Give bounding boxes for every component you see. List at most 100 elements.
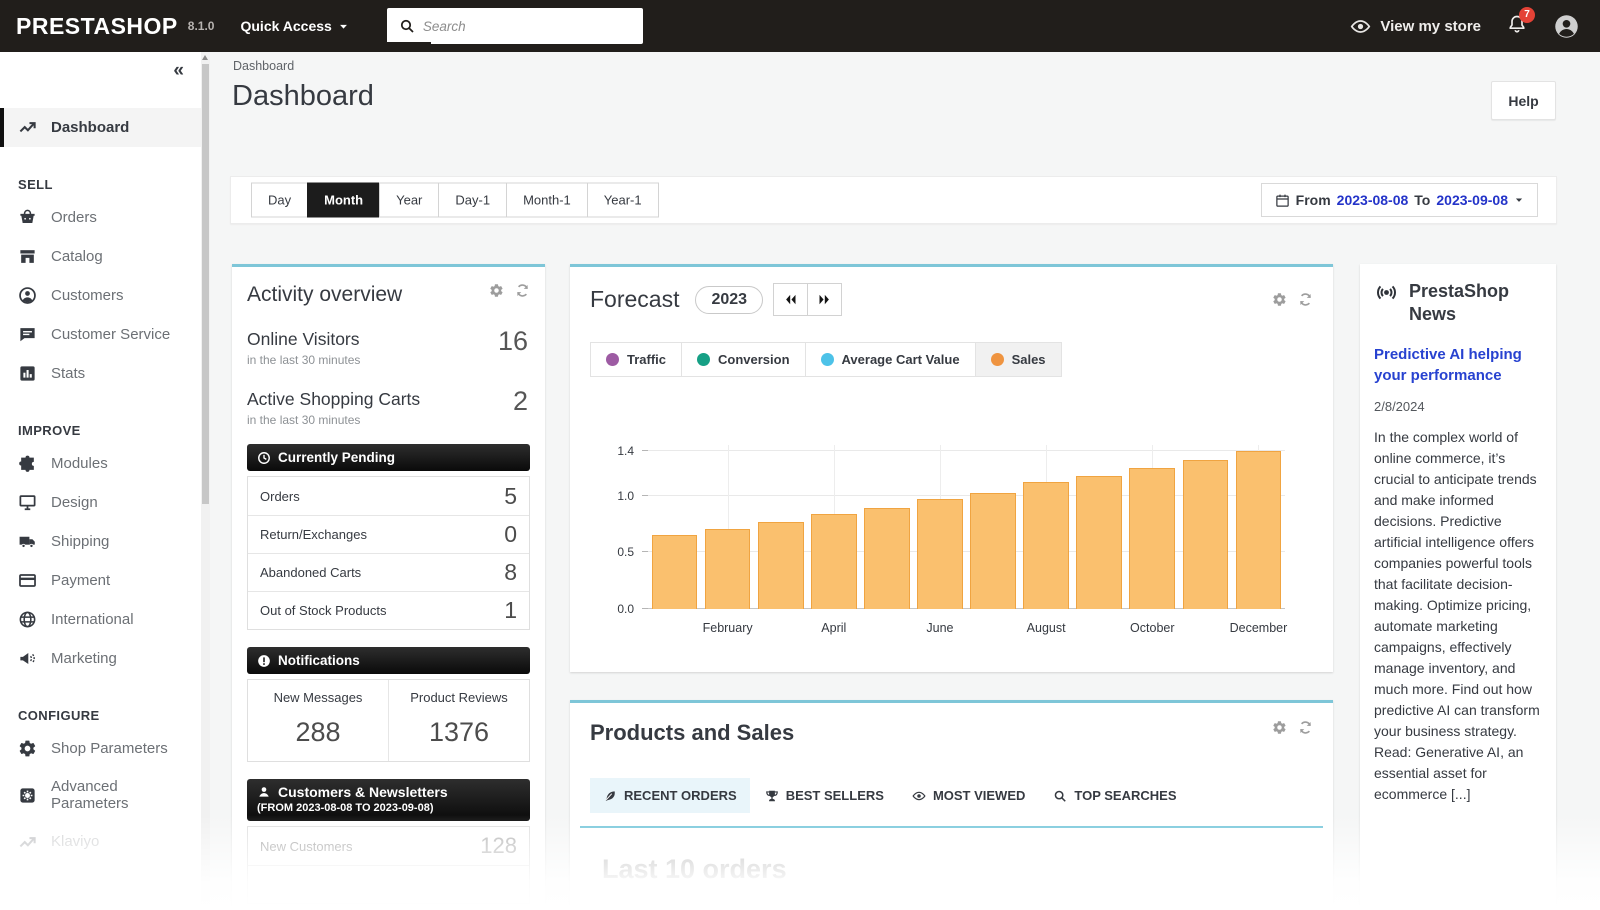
sidebar-heading-improve: IMPROVE: [0, 413, 210, 444]
news-headline-link[interactable]: Predictive AI helping your performance: [1374, 344, 1542, 386]
list-item[interactable]: Out of Stock Products 1: [248, 591, 529, 629]
legend-item-conversion[interactable]: Conversion: [681, 343, 805, 376]
list-item[interactable]: Orders 5: [248, 477, 529, 515]
quick-access-label: Quick Access: [240, 18, 331, 34]
new-messages-cell[interactable]: New Messages 288: [248, 680, 388, 761]
trending-up-icon: [18, 833, 37, 852]
sidebar-item-stats[interactable]: Stats: [0, 354, 210, 393]
forecast-bar-january: [652, 535, 698, 609]
forecast-next-button[interactable]: [807, 283, 842, 316]
sidebar-item-shop-parameters[interactable]: Shop Parameters: [0, 729, 210, 768]
range-tab-month[interactable]: Month: [307, 183, 380, 218]
sidebar-item-dashboard[interactable]: Dashboard: [0, 108, 210, 147]
from-label: From: [1296, 192, 1331, 208]
forecast-prev-button[interactable]: [773, 283, 808, 316]
clock-icon: [257, 451, 271, 465]
online-visitors-stat: Online Visitors in the last 30 minutes 1…: [247, 329, 530, 367]
from-date: 2023-08-08: [1337, 192, 1409, 208]
view-my-store-link[interactable]: View my store: [1350, 16, 1481, 37]
tab-best-sellers[interactable]: BEST SELLERS: [752, 778, 897, 813]
sidebar-collapse-button[interactable]: «: [173, 60, 184, 82]
x-axis-tick-label: February: [703, 621, 753, 635]
search-input[interactable]: [423, 8, 643, 44]
account-menu-button[interactable]: [1553, 13, 1580, 40]
store-icon: [18, 247, 37, 266]
online-visitors-value: 16: [498, 326, 528, 357]
tab-top-searches[interactable]: TOP SEARCHES: [1040, 778, 1189, 813]
sidebar-nav: Dashboard SELL Orders Catalog Customers …: [0, 108, 210, 862]
range-tab-day-1[interactable]: Day-1: [438, 183, 507, 218]
x-axis-tick-label: October: [1130, 621, 1174, 635]
news-panel-title: PrestaShop News: [1409, 280, 1542, 327]
panel-settings-button[interactable]: [1272, 720, 1287, 735]
legend-item-average-cart-value[interactable]: Average Cart Value: [805, 343, 975, 376]
search-icon: [399, 18, 415, 34]
sidebar-scrollbar[interactable]: [201, 52, 210, 910]
date-range-picker[interactable]: From 2023-08-08 To 2023-09-08: [1261, 183, 1538, 217]
view-my-store-label: View my store: [1380, 18, 1481, 35]
sidebar-item-customer-service[interactable]: Customer Service: [0, 315, 210, 354]
version-label: 8.1.0: [188, 19, 215, 33]
list-item[interactable]: Abandoned Carts 8: [248, 553, 529, 591]
trending-up-icon: [18, 118, 37, 137]
top-bar-actions: View my store 7: [1350, 13, 1580, 40]
panel-refresh-button[interactable]: [1298, 720, 1313, 735]
customers-newsletters-list: New Customers 128: [247, 826, 530, 904]
panel-settings-button[interactable]: [1272, 292, 1287, 307]
legend-item-traffic[interactable]: Traffic: [591, 343, 681, 376]
forecast-bar-february: [705, 529, 751, 609]
sidebar-item-orders[interactable]: Orders: [0, 198, 210, 237]
tab-most-viewed[interactable]: MOST VIEWED: [899, 778, 1038, 813]
list-item[interactable]: New Customers 128: [248, 827, 529, 865]
scrollbar-up-arrow[interactable]: [202, 55, 208, 60]
scrollbar-thumb[interactable]: [202, 64, 209, 504]
gear-icon: [489, 283, 504, 298]
quick-access-menu[interactable]: Quick Access: [240, 18, 348, 34]
broadcast-icon: [1374, 280, 1399, 305]
forecast-bar-september: [1076, 476, 1122, 609]
basket-icon: [18, 208, 37, 227]
person-circle-icon: [18, 286, 37, 305]
y-axis-tick-label: 1.4: [617, 444, 634, 458]
sidebar-item-customers[interactable]: Customers: [0, 276, 210, 315]
sidebar-item-advanced-parameters[interactable]: Advanced Parameters: [0, 768, 210, 823]
sidebar-item-klaviyo[interactable]: Klaviyo: [0, 823, 210, 862]
search-icon: [1053, 789, 1067, 803]
active-carts-value: 2: [513, 386, 528, 417]
sidebar-item-design[interactable]: Design: [0, 483, 210, 522]
notifications-button[interactable]: 7: [1507, 14, 1527, 39]
list-item[interactable]: Return/Exchanges 0: [248, 515, 529, 553]
sidebar-item-international[interactable]: International: [0, 600, 210, 639]
panel-settings-button[interactable]: [489, 283, 504, 298]
gear-icon: [1272, 720, 1287, 735]
product-reviews-cell[interactable]: Product Reviews 1376: [388, 680, 529, 761]
currently-pending-list: Orders 5 Return/Exchanges 0 Abandoned Ca…: [247, 476, 530, 630]
gear-icon: [1272, 292, 1287, 307]
range-tab-year[interactable]: Year: [379, 183, 439, 218]
double-chevron-left-icon: [783, 292, 798, 307]
range-tabs: Day Month Year Day-1 Month-1 Year-1: [251, 183, 659, 218]
x-axis-tick-label: August: [1027, 621, 1066, 635]
sidebar-item-payment[interactable]: Payment: [0, 561, 210, 600]
sidebar-item-modules[interactable]: Modules: [0, 444, 210, 483]
sidebar-item-marketing[interactable]: Marketing: [0, 639, 210, 678]
x-axis-tick-label: June: [926, 621, 953, 635]
chat-icon: [18, 325, 37, 344]
range-tab-month-1[interactable]: Month-1: [506, 183, 588, 218]
panel-refresh-button[interactable]: [515, 283, 530, 298]
forecast-bar-may: [864, 508, 910, 609]
forecast-panel: Forecast 2023 Traffic Convers: [570, 264, 1333, 672]
forecast-bar-july: [970, 493, 1016, 609]
help-button[interactable]: Help: [1491, 81, 1556, 120]
range-tab-year-1[interactable]: Year-1: [587, 183, 659, 218]
traffic-dot-icon: [606, 353, 619, 366]
megaphone-icon: [18, 649, 37, 668]
range-tab-day[interactable]: Day: [251, 183, 308, 218]
panel-refresh-button[interactable]: [1298, 292, 1313, 307]
sidebar-item-shipping[interactable]: Shipping: [0, 522, 210, 561]
legend-item-sales[interactable]: Sales: [975, 343, 1061, 376]
tab-recent-orders[interactable]: RECENT ORDERS: [590, 778, 750, 813]
sidebar-item-catalog[interactable]: Catalog: [0, 237, 210, 276]
active-carts-stat: Active Shopping Carts in the last 30 min…: [247, 389, 530, 427]
bar-chart-icon: [18, 364, 37, 383]
